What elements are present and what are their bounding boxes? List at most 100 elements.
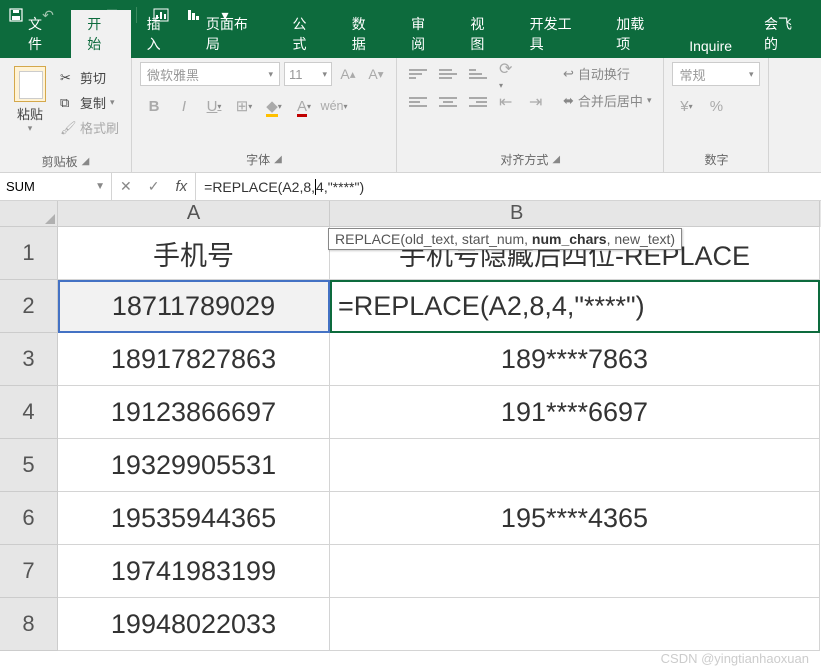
font-group-label: 字体◢: [140, 150, 388, 168]
tab-view[interactable]: 视图: [454, 10, 513, 58]
bold-button[interactable]: B: [140, 92, 168, 120]
tab-insert[interactable]: 插入: [131, 10, 190, 58]
orientation-button[interactable]: ⟳▾: [495, 62, 521, 86]
indent-decrease-button[interactable]: ⇤: [495, 90, 521, 114]
tab-pagelayout[interactable]: 页面布局: [190, 10, 277, 58]
align-center-button[interactable]: [435, 90, 461, 114]
merge-center-button[interactable]: ⬌合并后居中▾: [559, 89, 655, 112]
function-tooltip: REPLACE(old_text, start_num, num_chars, …: [328, 228, 682, 250]
ribbon-group-alignment: ⟳▾ ⇤ ⇥ ↩自动换行 ⬌合并后居中▾ 对齐方式◢: [397, 58, 664, 172]
cell-a1[interactable]: 手机号: [58, 227, 330, 280]
copy-button[interactable]: ⧉复制▾: [56, 91, 123, 114]
row-header-3[interactable]: 3: [0, 333, 58, 386]
ribbon-group-font: 微软雅黑▾ 11▾ A▴ A▾ B I U▾ ⊞▾ ◆▾ A▾ wén▾ 字体◢: [132, 58, 397, 172]
tab-home[interactable]: 开始: [71, 10, 130, 58]
clipboard-group-label: 剪贴板◢: [8, 152, 123, 170]
alignment-expand-icon[interactable]: ◢: [552, 154, 560, 165]
row-header-8[interactable]: 8: [0, 598, 58, 651]
number-format-select[interactable]: 常规▾: [672, 62, 760, 86]
watermark: CSDN @yingtianhaoxuan: [661, 651, 809, 666]
cell-a8[interactable]: 19948022033: [58, 598, 330, 651]
wrap-icon: ↩: [563, 66, 574, 82]
col-header-b[interactable]: B: [330, 201, 820, 227]
tab-file[interactable]: 文件: [12, 10, 71, 58]
row-header-4[interactable]: 4: [0, 386, 58, 439]
alignment-group-label: 对齐方式◢: [405, 150, 655, 168]
name-box-dropdown-icon[interactable]: ▼: [95, 181, 105, 192]
phonetic-button[interactable]: wén▾: [320, 92, 348, 120]
row-header-2[interactable]: 2: [0, 280, 58, 333]
italic-button[interactable]: I: [170, 92, 198, 120]
cell-b8[interactable]: [330, 598, 820, 651]
wrap-text-button[interactable]: ↩自动换行: [559, 62, 655, 85]
cell-b2[interactable]: =REPLACE(A2,8,4,"****"): [330, 280, 820, 333]
col-header-a[interactable]: A: [58, 201, 330, 227]
align-top-button[interactable]: [405, 62, 431, 86]
ribbon-tabs: 文件 开始 插入 页面布局 公式 数据 审阅 视图 开发工具 加载项 Inqui…: [0, 30, 821, 58]
select-all-corner[interactable]: [0, 201, 58, 227]
tab-data[interactable]: 数据: [336, 10, 395, 58]
font-expand-icon[interactable]: ◢: [274, 154, 282, 165]
merge-icon: ⬌: [563, 93, 574, 109]
fx-icon[interactable]: fx: [175, 178, 187, 195]
accept-formula-icon[interactable]: ✓: [148, 178, 160, 195]
scissors-icon: ✂: [60, 70, 76, 86]
percent-button[interactable]: %: [702, 92, 730, 120]
cell-b3[interactable]: 189****7863: [330, 333, 820, 386]
paste-button[interactable]: 粘贴 ▾: [8, 62, 52, 152]
cell-a6[interactable]: 19535944365: [58, 492, 330, 545]
cell-b6[interactable]: 195****4365: [330, 492, 820, 545]
formula-bar: SUM▼ ✕ ✓ fx =REPLACE(A2,8,4,"****"): [0, 173, 821, 201]
ribbon-group-number: 常规▾ ¥▾ % 数字: [664, 58, 769, 172]
row-header-1[interactable]: 1: [0, 227, 58, 280]
paste-dropdown-icon[interactable]: ▾: [28, 123, 33, 134]
number-group-label: 数字: [672, 150, 760, 168]
name-box[interactable]: SUM▼: [0, 173, 112, 200]
paste-icon: [14, 66, 46, 102]
font-grow-button[interactable]: A▴: [336, 62, 360, 86]
row-header-5[interactable]: 5: [0, 439, 58, 492]
align-bottom-button[interactable]: [465, 62, 491, 86]
row-header-7[interactable]: 7: [0, 545, 58, 598]
font-shrink-button[interactable]: A▾: [364, 62, 388, 86]
formula-input[interactable]: =REPLACE(A2,8,4,"****"): [196, 173, 821, 200]
cell-b7[interactable]: [330, 545, 820, 598]
cell-a4[interactable]: 19123866697: [58, 386, 330, 439]
cell-a7[interactable]: 19741983199: [58, 545, 330, 598]
cell-a5[interactable]: 19329905531: [58, 439, 330, 492]
align-left-button[interactable]: [405, 90, 431, 114]
ribbon: 粘贴 ▾ ✂剪切 ⧉复制▾ 🖌格式刷 剪贴板◢ 微软雅黑▾ 11▾ A▴ A▾ …: [0, 58, 821, 173]
row-header-6[interactable]: 6: [0, 492, 58, 545]
format-painter-label: 格式刷: [80, 118, 119, 137]
tab-custom[interactable]: 会飞的: [748, 10, 821, 58]
fill-color-button[interactable]: ◆▾: [260, 92, 288, 120]
tab-review[interactable]: 审阅: [395, 10, 454, 58]
copy-label: 复制: [80, 93, 106, 112]
indent-increase-button[interactable]: ⇥: [525, 90, 551, 114]
tab-addins[interactable]: 加载项: [600, 10, 673, 58]
tab-formulas[interactable]: 公式: [276, 10, 335, 58]
cell-a3[interactable]: 18917827863: [58, 333, 330, 386]
cell-b5[interactable]: [330, 439, 820, 492]
font-name-select[interactable]: 微软雅黑▾: [140, 62, 280, 86]
align-middle-button[interactable]: [435, 62, 461, 86]
cut-label: 剪切: [80, 68, 106, 87]
currency-button[interactable]: ¥▾: [672, 92, 700, 120]
underline-button[interactable]: U▾: [200, 92, 228, 120]
border-button[interactable]: ⊞▾: [230, 92, 258, 120]
brush-icon: 🖌: [60, 120, 76, 136]
cancel-formula-icon[interactable]: ✕: [120, 178, 132, 195]
clipboard-expand-icon[interactable]: ◢: [82, 156, 90, 167]
copy-icon: ⧉: [60, 95, 76, 111]
format-painter-button[interactable]: 🖌格式刷: [56, 116, 123, 139]
tab-developer[interactable]: 开发工具: [514, 10, 601, 58]
cut-button[interactable]: ✂剪切: [56, 66, 123, 89]
font-color-button[interactable]: A▾: [290, 92, 318, 120]
tab-inquire[interactable]: Inquire: [673, 34, 748, 58]
ribbon-group-clipboard: 粘贴 ▾ ✂剪切 ⧉复制▾ 🖌格式刷 剪贴板◢: [0, 58, 132, 172]
cell-a2[interactable]: 18711789029: [58, 280, 330, 333]
font-size-select[interactable]: 11▾: [284, 62, 332, 86]
align-right-button[interactable]: [465, 90, 491, 114]
cell-b4[interactable]: 191****6697: [330, 386, 820, 439]
paste-label: 粘贴: [17, 104, 43, 123]
